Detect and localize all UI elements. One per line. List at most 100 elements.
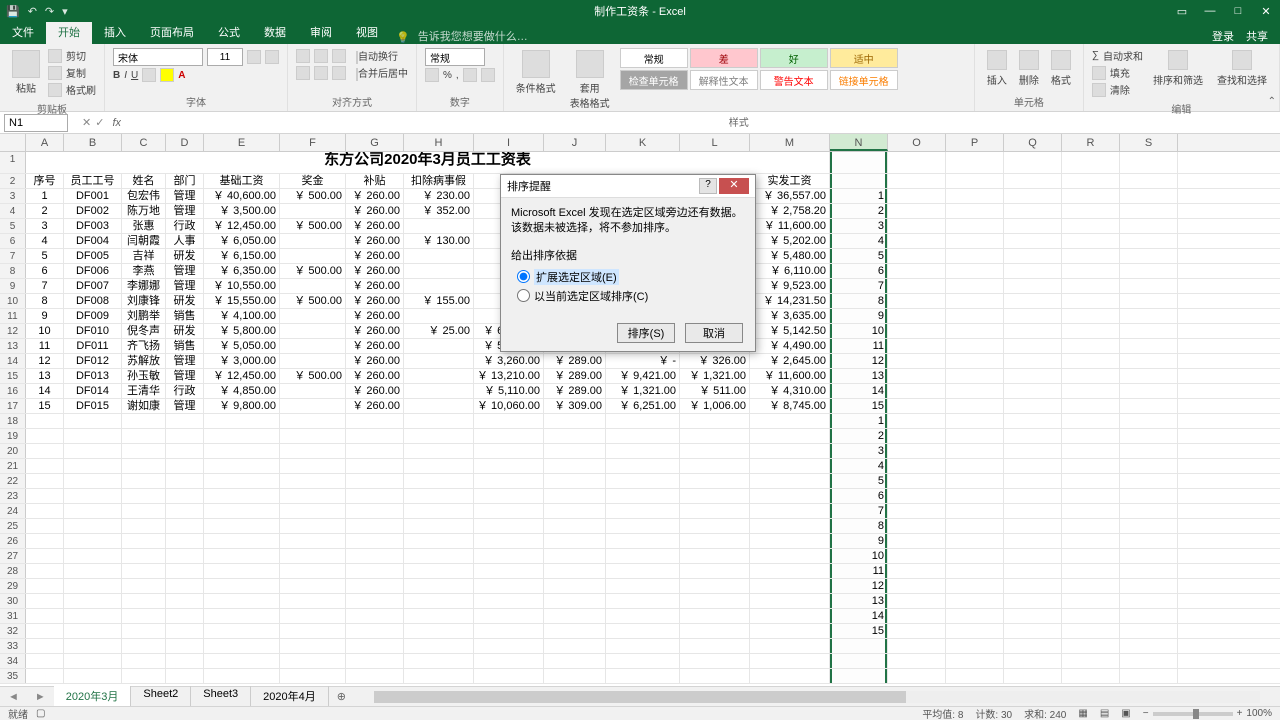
cell[interactable] (946, 309, 1004, 323)
row-header[interactable]: 19 (0, 429, 26, 443)
cell[interactable] (1004, 294, 1062, 308)
cell[interactable] (64, 444, 122, 458)
cell[interactable] (474, 624, 544, 638)
tab-插入[interactable]: 插入 (92, 20, 138, 44)
cell[interactable] (64, 519, 122, 533)
cell[interactable] (122, 639, 166, 653)
name-box[interactable] (4, 114, 68, 132)
zoom-out-icon[interactable]: − (1143, 708, 1149, 719)
cell[interactable] (1062, 369, 1120, 383)
cell[interactable]: ￥ 11,600.00 (750, 369, 830, 383)
cell[interactable]: 3 (830, 444, 888, 458)
cell[interactable] (1004, 624, 1062, 638)
cell[interactable] (166, 549, 204, 563)
cell[interactable] (888, 549, 946, 563)
cell[interactable] (122, 459, 166, 473)
cell[interactable] (1062, 489, 1120, 503)
cell[interactable] (888, 429, 946, 443)
font-size[interactable] (207, 48, 243, 66)
cell[interactable]: 12 (830, 579, 888, 593)
font-color-button[interactable]: A (178, 70, 185, 81)
cell-style[interactable]: 检查单元格 (620, 70, 688, 90)
cell[interactable] (750, 489, 830, 503)
cell[interactable] (1120, 354, 1178, 368)
cell[interactable] (26, 639, 64, 653)
cell[interactable] (946, 609, 1004, 623)
cell[interactable] (26, 489, 64, 503)
row-header[interactable]: 2 (0, 174, 26, 188)
cell[interactable]: 谢如康 (122, 399, 166, 413)
row-header[interactable]: 11 (0, 309, 26, 323)
cell[interactable]: ￥ 3,635.00 (750, 309, 830, 323)
cell[interactable] (1004, 204, 1062, 218)
cell[interactable]: 14 (830, 609, 888, 623)
cell[interactable] (26, 669, 64, 683)
sheet-tab[interactable]: Sheet3 (191, 686, 251, 708)
cell[interactable]: ￥ 260.00 (346, 279, 404, 293)
cell[interactable] (64, 549, 122, 563)
cell-style[interactable]: 好 (760, 48, 828, 68)
cell[interactable] (166, 429, 204, 443)
cell[interactable] (204, 609, 280, 623)
cell[interactable] (544, 474, 606, 488)
cell[interactable] (1062, 549, 1120, 563)
cell[interactable] (404, 384, 474, 398)
cell[interactable] (606, 444, 680, 458)
cell[interactable] (166, 579, 204, 593)
cell[interactable] (1120, 624, 1178, 638)
cell[interactable] (346, 669, 404, 683)
cell[interactable] (1120, 279, 1178, 293)
cell[interactable] (606, 654, 680, 668)
cell[interactable]: ￥ 130.00 (404, 234, 474, 248)
cell[interactable] (404, 459, 474, 473)
cell[interactable] (1004, 459, 1062, 473)
cell[interactable] (26, 564, 64, 578)
col-header[interactable]: N (830, 134, 888, 151)
cell[interactable]: ￥ 8,745.00 (750, 399, 830, 413)
cell[interactable]: 5 (830, 249, 888, 263)
cell[interactable] (1004, 152, 1062, 173)
cell[interactable] (346, 654, 404, 668)
format-as-table-button[interactable]: 套用 表格格式 (566, 48, 614, 112)
cell[interactable] (680, 534, 750, 548)
cell[interactable] (1120, 444, 1178, 458)
cell[interactable] (280, 579, 346, 593)
cell[interactable]: ￥ 260.00 (346, 324, 404, 338)
zoom-in-icon[interactable]: + (1237, 708, 1243, 719)
cell[interactable] (404, 279, 474, 293)
cell[interactable] (346, 504, 404, 518)
align-bottom-icon[interactable] (332, 49, 346, 63)
cell[interactable] (166, 444, 204, 458)
cell[interactable]: 闫朝霞 (122, 234, 166, 248)
cell[interactable] (280, 594, 346, 608)
cell[interactable] (946, 489, 1004, 503)
cell[interactable] (946, 579, 1004, 593)
cell[interactable] (1120, 249, 1178, 263)
sheet-nav-prev-icon[interactable]: ◄ (0, 691, 27, 703)
cell[interactable]: ￥ 260.00 (346, 204, 404, 218)
cell[interactable] (166, 534, 204, 548)
cell[interactable] (280, 234, 346, 248)
cell[interactable]: 9 (830, 534, 888, 548)
cell-styles-gallery[interactable]: 常规差好适中检查单元格解释性文本警告文本链接单元格 (620, 48, 898, 112)
cell[interactable] (680, 624, 750, 638)
cell[interactable] (680, 564, 750, 578)
cell[interactable] (404, 474, 474, 488)
cell[interactable] (474, 654, 544, 668)
cell[interactable]: 销售 (166, 309, 204, 323)
col-header[interactable]: S (1120, 134, 1178, 151)
cell[interactable] (946, 152, 1004, 173)
row-header[interactable]: 14 (0, 354, 26, 368)
cell[interactable]: ￥ 500.00 (280, 189, 346, 203)
cell[interactable]: 基础工资 (204, 174, 280, 188)
cell[interactable]: 王清华 (122, 384, 166, 398)
cell[interactable] (280, 624, 346, 638)
cell[interactable] (1004, 219, 1062, 233)
cell[interactable]: 4 (830, 459, 888, 473)
view-pagelayout-icon[interactable]: ▤ (1100, 708, 1109, 719)
cell[interactable] (64, 609, 122, 623)
cell[interactable] (1062, 234, 1120, 248)
cell[interactable] (544, 429, 606, 443)
cell[interactable] (680, 489, 750, 503)
cell[interactable]: 销售 (166, 339, 204, 353)
